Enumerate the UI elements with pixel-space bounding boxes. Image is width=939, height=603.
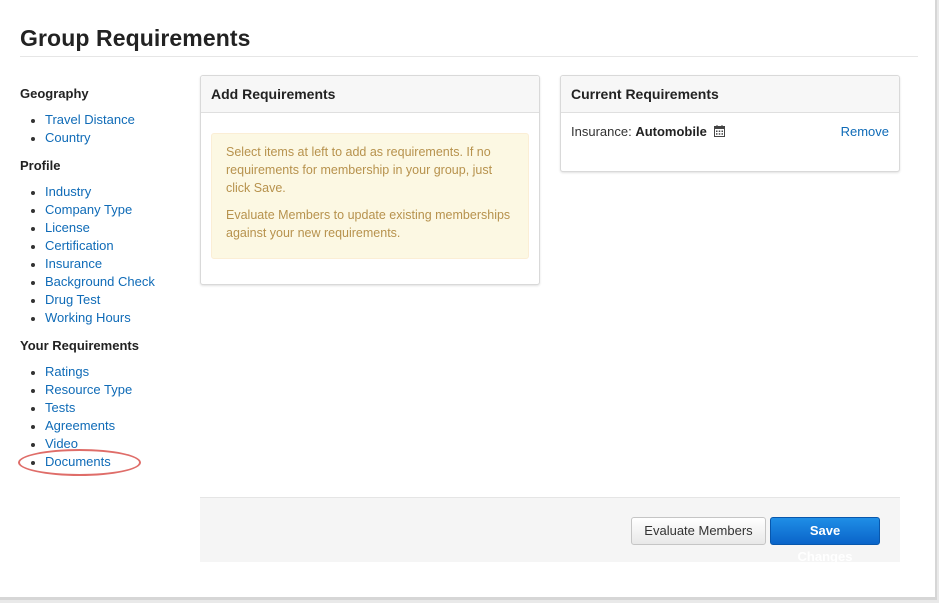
evaluate-members-button[interactable]: Evaluate Members — [631, 517, 766, 545]
requirement-row: Insurance: Automobile Remove — [571, 124, 889, 140]
sidebar-heading-geography: Geography — [20, 86, 89, 101]
sidebar-heading-profile: Profile — [20, 158, 61, 173]
sidebar-link-working-hours[interactable]: Working Hours — [45, 310, 131, 325]
add-requirements-notice: Select items at left to add as requireme… — [211, 133, 529, 259]
sidebar-link-certification[interactable]: Certification — [45, 238, 114, 253]
sidebar-item-insurance: Insurance — [20, 255, 190, 273]
sidebar-group-profile: Profile Industry Company Type License Ce… — [20, 157, 190, 327]
remove-requirement-link[interactable]: Remove — [841, 124, 889, 139]
add-requirements-panel: Add Requirements Select items at left to… — [200, 75, 540, 285]
sidebar-link-insurance[interactable]: Insurance — [45, 256, 102, 271]
sidebar-item-tests: Tests — [20, 399, 190, 417]
sidebar-item-certification: Certification — [20, 237, 190, 255]
current-requirements-header: Current Requirements — [561, 76, 899, 113]
sidebar-item-drug-test: Drug Test — [20, 291, 190, 309]
sidebar-item-agreements: Agreements — [20, 417, 190, 435]
sidebar-link-company-type[interactable]: Company Type — [45, 202, 132, 217]
sidebar-heading-your-requirements: Your Requirements — [20, 338, 139, 353]
sidebar-item-industry: Industry — [20, 183, 190, 201]
title-divider — [20, 56, 918, 57]
sidebar-item-company-type: Company Type — [20, 201, 190, 219]
sidebar-item-country: Country — [20, 129, 190, 147]
sidebar-item-license: License — [20, 219, 190, 237]
notice-evaluate-hint: Evaluate Members to update existing memb… — [226, 208, 511, 240]
requirements-sidebar: Geography Travel Distance Country Profil… — [20, 85, 190, 481]
page-title: Group Requirements — [20, 25, 251, 51]
sidebar-item-resource-type: Resource Type — [20, 381, 190, 399]
page-frame: Group Requirements Geography Travel Dist… — [0, 0, 937, 600]
sidebar-link-travel-distance[interactable]: Travel Distance — [45, 112, 135, 127]
sidebar-link-agreements[interactable]: Agreements — [45, 418, 115, 433]
sidebar-link-tests[interactable]: Tests — [45, 400, 75, 415]
sidebar-item-working-hours: Working Hours — [20, 309, 190, 327]
sidebar-link-ratings[interactable]: Ratings — [45, 364, 89, 379]
sidebar-link-industry[interactable]: Industry — [45, 184, 91, 199]
sidebar-link-license[interactable]: License — [45, 220, 90, 235]
sidebar-link-background-check[interactable]: Background Check — [45, 274, 155, 289]
sidebar-list-profile: Industry Company Type License Certificat… — [20, 183, 190, 327]
sidebar-link-drug-test[interactable]: Drug Test — [45, 292, 100, 307]
requirement-label: Insurance: — [571, 124, 632, 139]
sidebar-item-background-check: Background Check — [20, 273, 190, 291]
form-actions-bar: Evaluate Members Save Changes — [200, 497, 900, 564]
save-changes-button[interactable]: Save Changes — [770, 517, 880, 564]
sidebar-link-country[interactable]: Country — [45, 130, 91, 145]
notice-instructions: Select items at left to add as requireme… — [226, 145, 493, 195]
add-requirements-header: Add Requirements — [201, 76, 539, 113]
sidebar-item-ratings: Ratings — [20, 363, 190, 381]
documents-highlight-circle — [18, 449, 141, 476]
sidebar-list-geography: Travel Distance Country — [20, 111, 190, 147]
sidebar-link-resource-type[interactable]: Resource Type — [45, 382, 132, 397]
requirement-value: Automobile — [635, 124, 707, 139]
sidebar-group-geography: Geography Travel Distance Country — [20, 85, 190, 147]
calendar-icon[interactable] — [714, 125, 726, 140]
current-requirements-panel: Current Requirements Insurance: Automobi… — [560, 75, 900, 172]
sidebar-item-travel-distance: Travel Distance — [20, 111, 190, 129]
